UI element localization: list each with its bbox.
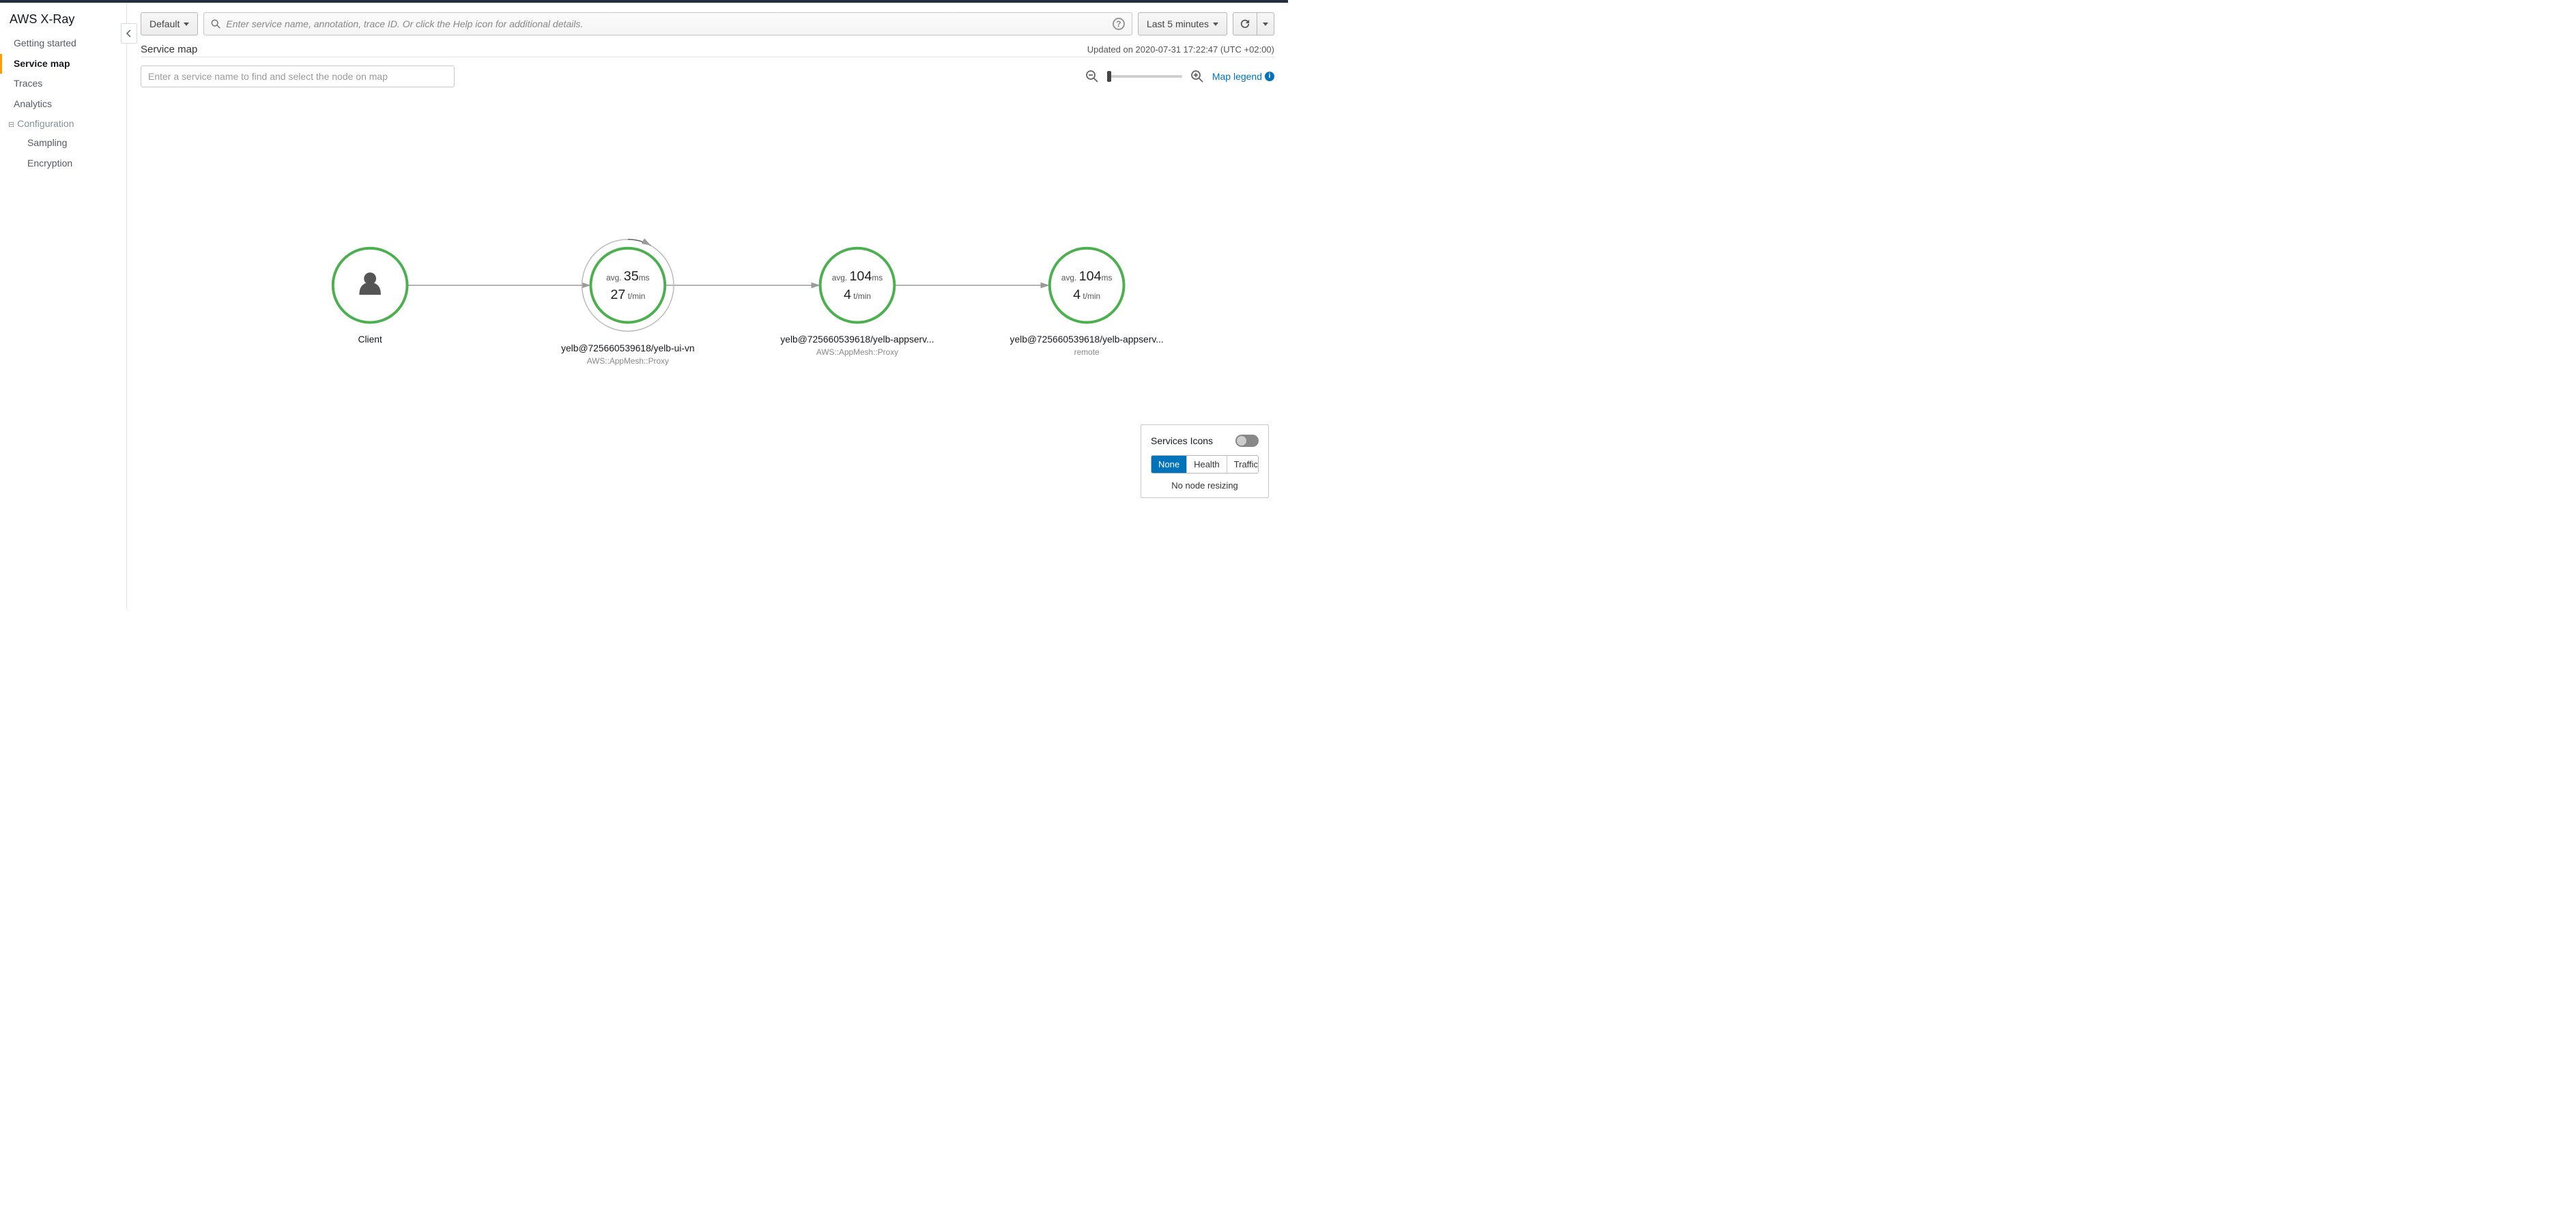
caret-down-icon: [184, 23, 189, 26]
seg-health[interactable]: Health: [1187, 456, 1227, 473]
seg-none[interactable]: None: [1151, 456, 1187, 473]
map-header: Service map Updated on 2020-07-31 17:22:…: [141, 44, 1274, 57]
sidebar-item-getting-started[interactable]: Getting started: [0, 33, 126, 54]
info-icon: i: [1265, 72, 1274, 81]
zoom-out-icon: [1085, 70, 1099, 83]
page-title: Service map: [141, 44, 197, 55]
time-range-label: Last 5 minutes: [1147, 18, 1209, 29]
refresh-button-group: [1233, 12, 1274, 35]
sidebar-item-analytics[interactable]: Analytics: [0, 94, 126, 115]
node-app2-sub: remote: [1074, 347, 1100, 357]
resize-segmented-control: None Health Traffic: [1151, 455, 1259, 474]
top-toolbar: Default ? Last 5 minutes: [141, 12, 1274, 35]
refresh-icon: [1240, 19, 1250, 29]
sidebar: AWS X-Ray Getting started Service map Tr…: [0, 3, 127, 610]
service-map-canvas[interactable]: Client avg. 35ms 27 t/min yelb@725660539…: [141, 87, 1274, 497]
map-controls: Map legend i: [141, 66, 1274, 87]
node-app2[interactable]: avg. 104ms 4 t/min yelb@725660539618/yel…: [1010, 248, 1164, 357]
map-legend-label: Map legend: [1212, 71, 1262, 82]
zoom-controls: Map legend i: [1084, 68, 1274, 85]
node-client[interactable]: Client: [333, 248, 407, 345]
filter-search-field[interactable]: ?: [203, 12, 1132, 35]
group-dropdown-label: Default: [149, 18, 180, 29]
group-dropdown[interactable]: Default: [141, 12, 198, 35]
service-map-svg: Client avg. 35ms 27 t/min yelb@725660539…: [141, 87, 1274, 497]
seg-traffic[interactable]: Traffic: [1227, 456, 1259, 473]
main-content: Default ? Last 5 minutes: [127, 3, 1288, 610]
map-legend-link[interactable]: Map legend i: [1212, 71, 1274, 82]
map-options-panel: Services Icons None Health Traffic No no…: [1141, 424, 1269, 498]
help-icon[interactable]: ?: [1113, 18, 1125, 30]
zoom-slider[interactable]: [1107, 75, 1182, 78]
node-ui[interactable]: avg. 35ms 27 t/min yelb@725660539618/yel…: [561, 239, 694, 366]
time-range-dropdown[interactable]: Last 5 minutes: [1138, 12, 1227, 35]
caret-down-icon: [1263, 23, 1268, 26]
search-icon: [211, 19, 220, 29]
no-resize-label: No node resizing: [1151, 480, 1259, 491]
services-icons-toggle[interactable]: [1235, 435, 1259, 447]
node-app1-sub: AWS::AppMesh::Proxy: [816, 347, 898, 357]
sidebar-collapse-button[interactable]: [121, 23, 137, 44]
zoom-in-icon: [1190, 70, 1204, 83]
node-app1[interactable]: avg. 104ms 4 t/min yelb@725660539618/yel…: [780, 248, 934, 357]
node-app1-label: yelb@725660539618/yelb-appserv...: [780, 334, 934, 345]
sidebar-item-traces[interactable]: Traces: [0, 74, 126, 94]
node-ui-sub: AWS::AppMesh::Proxy: [587, 356, 669, 366]
refresh-button[interactable]: [1233, 12, 1257, 35]
node-app2-label: yelb@725660539618/yelb-appserv...: [1010, 334, 1164, 345]
sidebar-section-configuration[interactable]: Configuration: [0, 114, 126, 133]
filter-search-input[interactable]: [226, 18, 1107, 29]
zoom-out-button[interactable]: [1084, 68, 1100, 85]
node-search-input[interactable]: [141, 66, 455, 87]
ring-arrow-icon: [628, 239, 651, 246]
sidebar-item-encryption[interactable]: Encryption: [14, 154, 126, 174]
zoom-in-button[interactable]: [1189, 68, 1205, 85]
node-client-label: Client: [358, 334, 382, 345]
node-ui-label: yelb@725660539618/yelb-ui-vn: [561, 343, 694, 353]
refresh-options-button[interactable]: [1257, 12, 1274, 35]
chevron-left-icon: [126, 30, 132, 37]
sidebar-item-sampling[interactable]: Sampling: [14, 133, 126, 154]
zoom-slider-handle[interactable]: [1107, 71, 1111, 82]
sidebar-item-service-map[interactable]: Service map: [0, 54, 126, 74]
services-icons-label: Services Icons: [1151, 435, 1213, 446]
updated-timestamp: Updated on 2020-07-31 17:22:47 (UTC +02:…: [1087, 44, 1274, 55]
app-title: AWS X-Ray: [0, 10, 126, 33]
caret-down-icon: [1213, 23, 1218, 26]
